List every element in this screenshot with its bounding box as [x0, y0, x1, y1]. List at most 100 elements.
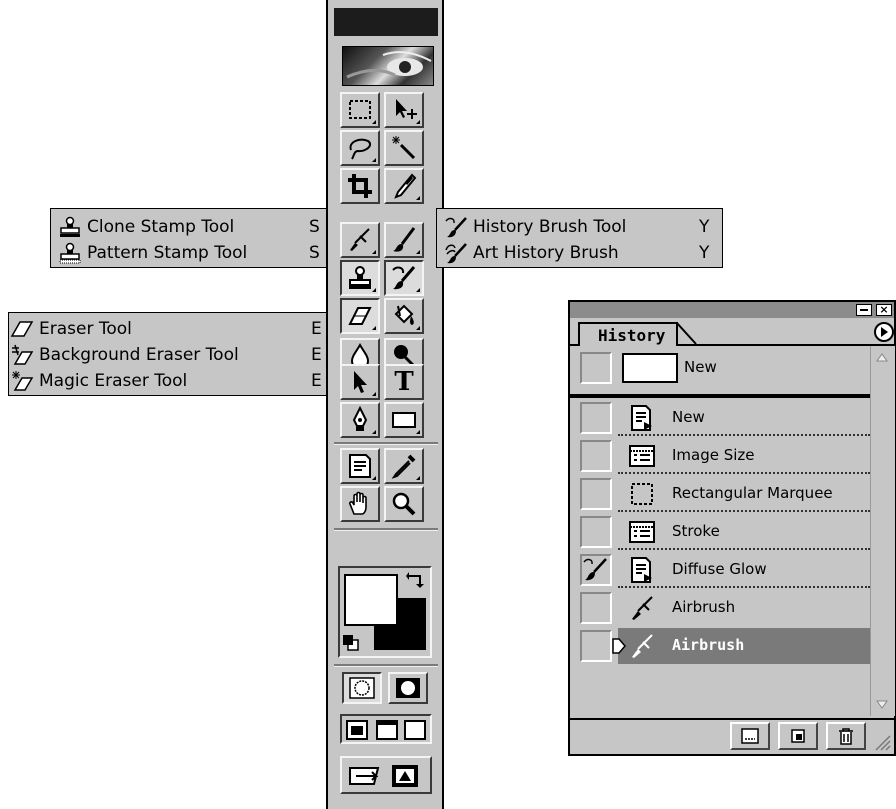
- lasso-tool[interactable]: [340, 130, 380, 166]
- tab-history[interactable]: History: [578, 322, 678, 348]
- flyout-item-label: Background Eraser Tool: [39, 345, 239, 365]
- close-icon[interactable]: ×: [876, 304, 892, 316]
- history-source-slot[interactable]: [580, 630, 612, 662]
- delete-state-button[interactable]: [826, 722, 866, 750]
- default-colors-icon[interactable]: [342, 634, 360, 652]
- snapshot-divider: [570, 394, 870, 398]
- eraser-tool-flyout: Eraser Tool E Background Eraser Tool E M…: [8, 312, 327, 396]
- history-state[interactable]: Stroke: [572, 514, 870, 550]
- flyout-item-pattern-stamp[interactable]: Pattern Stamp Tool S: [51, 241, 326, 265]
- palette-bottom-bar: [570, 718, 894, 754]
- quick-mask-icon: [396, 678, 420, 698]
- hand-tool[interactable]: [340, 486, 380, 522]
- history-state[interactable]: Image Size: [572, 438, 870, 474]
- history-source-slot[interactable]: [580, 516, 612, 548]
- history-scrollbar[interactable]: [870, 346, 895, 716]
- path-selection-tool[interactable]: [340, 364, 380, 400]
- type-tool[interactable]: T: [384, 364, 424, 400]
- marquee-icon: [631, 483, 653, 505]
- history-state-selected[interactable]: Airbrush: [572, 628, 870, 664]
- stamp-tool[interactable]: [340, 260, 380, 296]
- flyout-item-label: Pattern Stamp Tool: [87, 243, 248, 263]
- full-screen-mode-icon[interactable]: [404, 720, 426, 740]
- notes-tool[interactable]: [340, 448, 380, 484]
- rectangular-marquee-icon: [349, 100, 371, 119]
- flyout-item-clone-stamp[interactable]: Clone Stamp Tool S: [51, 215, 326, 239]
- resize-grip-icon[interactable]: [874, 730, 892, 752]
- shortcut-key: S: [309, 243, 320, 263]
- scroll-down-icon[interactable]: [875, 700, 889, 710]
- zoom-tool[interactable]: [384, 486, 424, 522]
- history-state-label: Stroke: [672, 522, 720, 540]
- flyout-item-label: History Brush Tool: [473, 217, 627, 237]
- history-state-label: Airbrush: [672, 598, 736, 616]
- eyedropper-tool[interactable]: [384, 448, 424, 484]
- move-tool[interactable]: [384, 92, 424, 128]
- standard-screen-mode-icon[interactable]: [346, 720, 368, 740]
- new-snapshot-button[interactable]: [778, 722, 818, 750]
- rectangle-shape-tool[interactable]: [384, 402, 424, 438]
- snapshot-source-slot[interactable]: [580, 352, 612, 384]
- path-selection-icon: [354, 371, 367, 393]
- standard-mode-button[interactable]: [342, 672, 382, 704]
- shortcut-key: Y: [699, 217, 710, 237]
- history-source-slot[interactable]: [580, 402, 612, 434]
- shortcut-key: E: [311, 319, 322, 339]
- flyout-item-eraser[interactable]: Eraser Tool E: [9, 317, 326, 341]
- history-source-slot[interactable]: [580, 554, 612, 586]
- history-state[interactable]: Rectangular Marquee: [572, 476, 870, 512]
- flyout-item-art-history-brush[interactable]: Art History Brush Y: [437, 241, 722, 265]
- history-state-slider-icon[interactable]: [612, 638, 626, 654]
- flyout-item-label: Eraser Tool: [39, 319, 132, 339]
- new-document-from-state-button[interactable]: [730, 722, 770, 750]
- flyout-item-background-eraser[interactable]: Background Eraser Tool E: [9, 343, 326, 367]
- history-brush-tool[interactable]: [384, 260, 424, 296]
- foreground-color-swatch[interactable]: [344, 574, 398, 626]
- airbrush-tool[interactable]: [340, 222, 380, 258]
- history-source-slot[interactable]: [580, 440, 612, 472]
- crop-tool[interactable]: [340, 168, 380, 204]
- rectangular-marquee-tool[interactable]: [340, 92, 380, 128]
- history-snapshot[interactable]: New: [572, 348, 870, 390]
- airbrush-icon: [350, 228, 370, 251]
- quick-mask-mode-button[interactable]: [388, 672, 428, 704]
- zoom-icon: [392, 492, 416, 516]
- full-screen-menu-mode-icon[interactable]: [376, 720, 398, 740]
- jump-to-imageready-button[interactable]: [340, 756, 432, 794]
- tab-slant: [676, 322, 697, 345]
- palette-title-bar[interactable]: [570, 302, 894, 318]
- slice-tool[interactable]: [384, 168, 424, 204]
- notes-icon: [349, 454, 371, 478]
- dialog-icon: [629, 521, 655, 543]
- toolbox-title-bar[interactable]: [334, 8, 438, 36]
- history-state[interactable]: New: [572, 400, 870, 436]
- history-palette: × History New New Image Size Rectangular…: [568, 300, 896, 756]
- magic-eraser-icon: [9, 370, 35, 392]
- move-icon: [396, 99, 417, 119]
- brush-tool[interactable]: [384, 222, 424, 258]
- snapshot-label: New: [684, 358, 717, 376]
- swap-colors-icon[interactable]: [406, 570, 428, 590]
- palette-menu-button[interactable]: [874, 322, 894, 342]
- slice-icon: [394, 173, 417, 199]
- flyout-item-history-brush[interactable]: History Brush Tool Y: [437, 215, 722, 239]
- flyout-item-magic-eraser[interactable]: Magic Eraser Tool E: [9, 369, 326, 393]
- history-state-label: New: [672, 408, 705, 426]
- eraser-tool[interactable]: [340, 298, 380, 334]
- dialog-icon: [629, 445, 655, 467]
- history-state-label: Airbrush: [672, 636, 745, 654]
- history-state-label: Rectangular Marquee: [672, 484, 833, 502]
- toolbox-divider: [334, 528, 438, 531]
- minimize-button[interactable]: [856, 304, 872, 316]
- magic-wand-tool[interactable]: [384, 130, 424, 166]
- snapshot-thumbnail: [622, 353, 678, 383]
- history-state[interactable]: Airbrush: [572, 590, 870, 626]
- scroll-up-icon[interactable]: [875, 352, 889, 362]
- pen-tool[interactable]: [340, 402, 380, 438]
- eye-logo-icon[interactable]: [342, 46, 434, 86]
- paint-bucket-tool[interactable]: [384, 298, 424, 334]
- history-state[interactable]: Diffuse Glow: [572, 552, 870, 588]
- history-source-slot[interactable]: [580, 478, 612, 510]
- airbrush-icon: [632, 634, 653, 658]
- history-source-slot[interactable]: [580, 592, 612, 624]
